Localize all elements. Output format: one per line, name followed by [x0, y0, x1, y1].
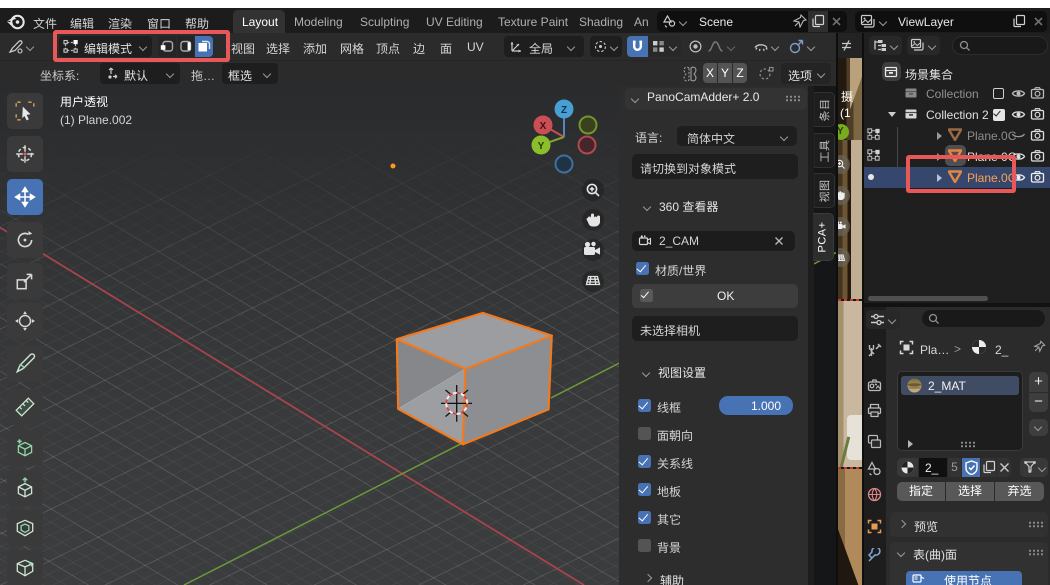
svg-text:Y: Y: [538, 141, 545, 152]
svg-text:Z: Z: [561, 105, 567, 116]
svg-text:X: X: [540, 121, 547, 132]
